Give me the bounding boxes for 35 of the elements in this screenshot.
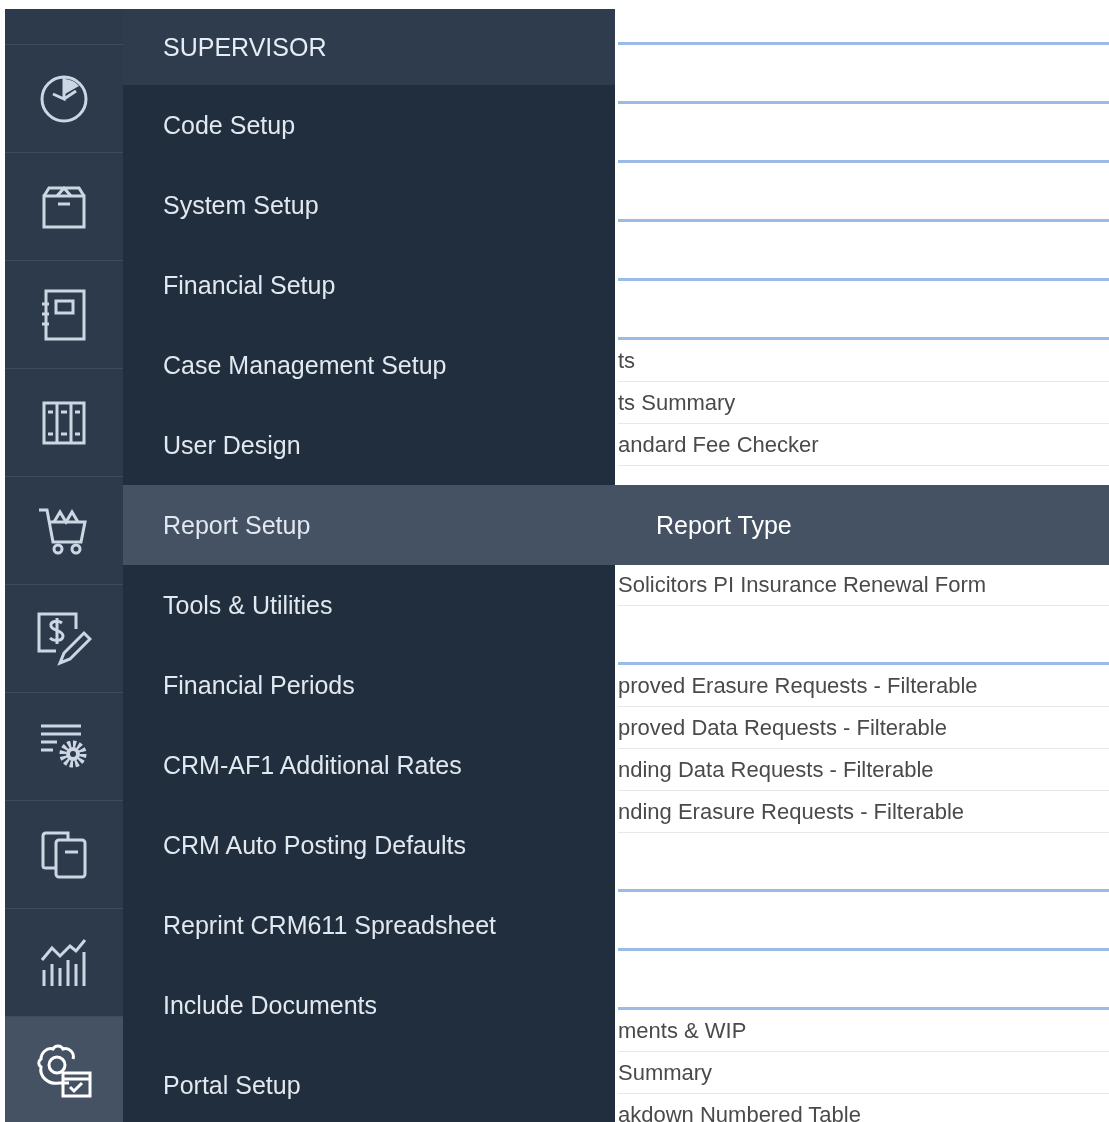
list-item[interactable]: ts: [618, 347, 636, 374]
menu-item[interactable]: System Setup: [123, 165, 615, 245]
documents-icon: [40, 829, 88, 880]
list-item[interactable]: ts Summary: [618, 389, 736, 416]
menu-item[interactable]: CRM Auto Posting Defaults: [123, 805, 615, 885]
list-item[interactable]: proved Erasure Requests - Filterable: [618, 672, 978, 699]
menu-item[interactable]: Financial Periods: [123, 645, 615, 725]
menu-item[interactable]: Report Setup: [123, 485, 615, 565]
menu-item[interactable]: CRM-AF1 Additional Rates: [123, 725, 615, 805]
menu-item[interactable]: Reprint CRM611 Spreadsheet: [123, 885, 615, 965]
menu-item[interactable]: Include Documents: [123, 965, 615, 1045]
list-item[interactable]: nding Erasure Requests - Filterable: [618, 798, 965, 825]
menu-item[interactable]: User Design: [123, 405, 615, 485]
list-item[interactable]: Summary: [618, 1059, 713, 1086]
notebook-icon: [41, 287, 87, 342]
menu-item[interactable]: Case Management Setup: [123, 325, 615, 405]
list-item[interactable]: akdown Numbered Table: [618, 1101, 861, 1122]
list-item[interactable]: Solicitors PI Insurance Renewal Form: [618, 571, 987, 598]
submenu-item[interactable]: Report Type: [656, 510, 792, 540]
gear-calendar-icon: [35, 1042, 93, 1099]
list-item[interactable]: andard Fee Checker: [618, 431, 819, 458]
nav-button[interactable]: [5, 1017, 123, 1122]
menu-item[interactable]: Financial Setup: [123, 245, 615, 325]
menu-item[interactable]: Tools & Utilities: [123, 565, 615, 645]
menu-item[interactable]: Portal Setup: [123, 1045, 615, 1122]
binders-icon: [41, 399, 87, 446]
list-item[interactable]: ments & WIP: [618, 1017, 747, 1044]
clock-icon: [39, 73, 89, 124]
menu-item[interactable]: Code Setup: [123, 85, 615, 165]
list-item[interactable]: proved Data Requests - Filterable: [618, 714, 947, 741]
list-item[interactable]: nding Data Requests - Filterable: [618, 756, 934, 783]
bar-chart-icon: [40, 937, 88, 988]
dollar-pencil-icon: [36, 610, 92, 667]
menu-title: SUPERVISOR: [123, 9, 615, 85]
box-icon: [41, 183, 87, 230]
